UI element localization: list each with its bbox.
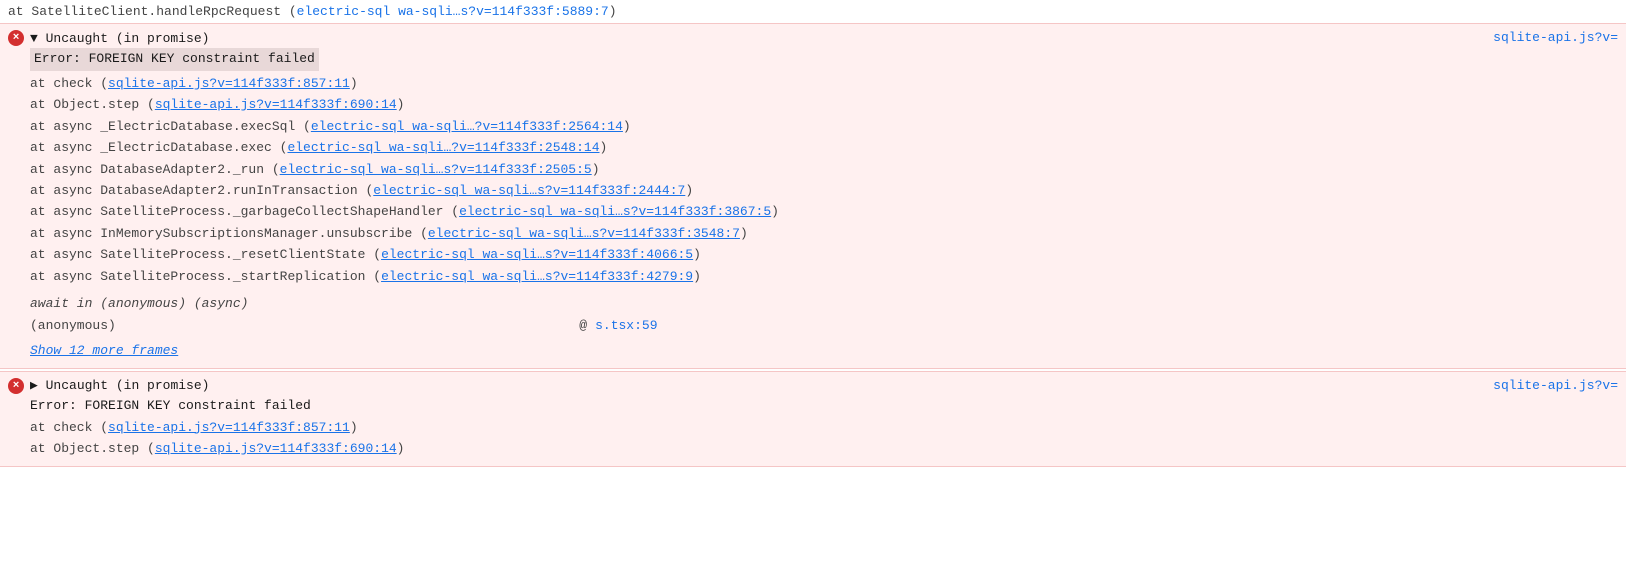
show-more-link-1[interactable]: Show 12 more frames	[30, 340, 178, 361]
stack-line-1-9: at async SatelliteProcess._startReplicat…	[30, 266, 1618, 287]
stack-link-1-6[interactable]: electric-sql wa-sqli…s?v=114f333f:3867:5	[459, 204, 771, 219]
error-icon-2: ×	[8, 378, 24, 394]
top-line-text: at SatelliteClient.handleRpcRequest (	[8, 4, 297, 19]
console-panel: at SatelliteClient.handleRpcRequest (ele…	[0, 0, 1626, 467]
error-title-1[interactable]: ▼ Uncaught (in promise)	[30, 31, 209, 46]
error-block-1: × ▼ Uncaught (in promise) sqlite-api.js?…	[0, 23, 1626, 369]
anon-label-1: (anonymous)	[30, 315, 116, 336]
show-more-container-1: Show 12 more frames	[30, 336, 1618, 362]
error-block-2: × ▶ Uncaught (in promise) sqlite-api.js?…	[0, 371, 1626, 467]
error-body-1: Error: FOREIGN KEY constraint failed at …	[0, 48, 1626, 368]
anon-at-label: @	[244, 315, 587, 336]
top-line-close: )	[609, 4, 617, 19]
stack-link-1-9[interactable]: electric-sql wa-sqli…s?v=114f333f:4279:9	[381, 269, 693, 284]
stack-link-1-4[interactable]: electric-sql wa-sqli…s?v=114f333f:2505:5	[280, 162, 592, 177]
top-line-link[interactable]: electric-sql wa-sqli…s?v=114f333f:5889:7	[297, 4, 609, 19]
stack-link-1-1[interactable]: sqlite-api.js?v=114f333f:690:14	[155, 97, 397, 112]
error-header-left-2: × ▶ Uncaught (in promise)	[8, 378, 209, 394]
error-message-text-2: Error: FOREIGN KEY constraint failed	[30, 398, 311, 413]
error-message-2: Error: FOREIGN KEY constraint failed	[30, 396, 1618, 417]
error-icon-1: ×	[8, 30, 24, 46]
stack-line-1-6: at async SatelliteProcess._garbageCollec…	[30, 201, 1618, 222]
error-body-2: Error: FOREIGN KEY constraint failed at …	[0, 396, 1626, 466]
stack-link-1-7[interactable]: electric-sql wa-sqli…s?v=114f333f:3548:7	[428, 226, 740, 241]
stack-link-1-3[interactable]: electric-sql wa-sqli…?v=114f333f:2548:14	[287, 140, 599, 155]
stack-link-1-2[interactable]: electric-sql wa-sqli…?v=114f333f:2564:14	[311, 119, 623, 134]
error-title-2[interactable]: ▶ Uncaught (in promise)	[30, 378, 209, 393]
stack-line-1-8: at async SatelliteProcess._resetClientSt…	[30, 244, 1618, 265]
anon-line-1: (anonymous) @ s.tsx:59	[30, 315, 1618, 336]
stack-line-1-0: at check (sqlite-api.js?v=114f333f:857:1…	[30, 73, 1618, 94]
stack-line-1-4: at async DatabaseAdapter2._run (electric…	[30, 159, 1618, 180]
stack-line-2-1: at Object.step (sqlite-api.js?v=114f333f…	[30, 438, 1618, 459]
stack-link-1-8[interactable]: electric-sql wa-sqli…s?v=114f333f:4066:5	[381, 247, 693, 262]
anon-at-link[interactable]: s.tsx:59	[595, 315, 657, 336]
stack-line-1-1: at Object.step (sqlite-api.js?v=114f333f…	[30, 94, 1618, 115]
stack-link-2-1[interactable]: sqlite-api.js?v=114f333f:690:14	[155, 441, 397, 456]
stack-line-2-0: at check (sqlite-api.js?v=114f333f:857:1…	[30, 417, 1618, 438]
error-header-1: × ▼ Uncaught (in promise) sqlite-api.js?…	[0, 24, 1626, 48]
stack-line-1-3: at async _ElectricDatabase.exec (electri…	[30, 137, 1618, 158]
stack-line-1-7: at async InMemorySubscriptionsManager.un…	[30, 223, 1618, 244]
top-line: at SatelliteClient.handleRpcRequest (ele…	[0, 0, 1626, 23]
stack-link-2-0[interactable]: sqlite-api.js?v=114f333f:857:11	[108, 420, 350, 435]
error-message-1: Error: FOREIGN KEY constraint failed	[30, 48, 1618, 73]
stack-line-1-5: at async DatabaseAdapter2.runInTransacti…	[30, 180, 1618, 201]
error-source-link-2[interactable]: sqlite-api.js?v=	[1493, 378, 1618, 393]
error-header-left-1: × ▼ Uncaught (in promise)	[8, 30, 209, 46]
stack-link-1-0[interactable]: sqlite-api.js?v=114f333f:857:11	[108, 76, 350, 91]
stack-line-1-2: at async _ElectricDatabase.execSql (elec…	[30, 116, 1618, 137]
error-header-2: × ▶ Uncaught (in promise) sqlite-api.js?…	[0, 372, 1626, 396]
stack-link-1-5[interactable]: electric-sql wa-sqli…s?v=114f333f:2444:7	[373, 183, 685, 198]
await-line-1: await in (anonymous) (async)	[30, 293, 1618, 314]
error-message-text-1: Error: FOREIGN KEY constraint failed	[30, 48, 319, 71]
error-source-link-1[interactable]: sqlite-api.js?v=	[1493, 30, 1618, 45]
